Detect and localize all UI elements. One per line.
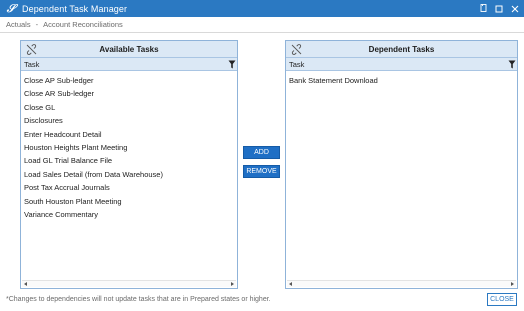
dependent-tasks-header: Dependent Tasks xyxy=(286,41,517,58)
scroll-right-icon[interactable] xyxy=(231,282,234,286)
close-icon[interactable] xyxy=(509,3,521,15)
task-list-item[interactable]: Disclosures xyxy=(21,114,237,127)
task-list-item[interactable]: Close AR Sub-ledger xyxy=(21,87,237,100)
dependent-tasks-list: Bank Statement Download xyxy=(286,71,517,87)
restore-icon[interactable] xyxy=(477,3,489,15)
available-tasks-list: Close AP Sub-ledger Close AR Sub-ledger Cl… xyxy=(21,71,237,221)
breadcrumb: Actuals - Account Reconciliations xyxy=(0,17,524,33)
breadcrumb-item-account-reconciliations[interactable]: Account Reconciliations xyxy=(43,20,123,29)
dependent-tasks-title: Dependent Tasks xyxy=(368,44,435,54)
close-button[interactable]: CLOSE xyxy=(487,293,517,306)
scroll-left-icon[interactable] xyxy=(24,282,27,286)
column-header-label: Task xyxy=(289,59,305,69)
horizontal-scrollbar[interactable] xyxy=(22,280,236,287)
task-list-item[interactable]: Bank Statement Download xyxy=(286,74,517,87)
task-list-item[interactable]: Variance Commentary xyxy=(21,208,237,221)
task-list-item[interactable]: Post Tax Accrual Journals xyxy=(21,181,237,194)
filter-icon[interactable] xyxy=(508,60,516,69)
breadcrumb-separator: - xyxy=(35,20,39,29)
scroll-right-icon[interactable] xyxy=(511,282,514,286)
column-header-label: Task xyxy=(24,59,40,69)
unlink-icon[interactable] xyxy=(26,44,37,55)
horizontal-scrollbar[interactable] xyxy=(287,280,516,287)
available-tasks-header: Available Tasks xyxy=(21,41,237,58)
available-tasks-title: Available Tasks xyxy=(99,44,159,54)
footnote-text: *Changes to dependencies will not update… xyxy=(6,296,271,303)
task-list-item[interactable]: Close AP Sub-ledger xyxy=(21,74,237,87)
task-list-item[interactable]: Close GL xyxy=(21,101,237,114)
task-list-item[interactable]: South Houston Plant Meeting xyxy=(21,195,237,208)
task-list-item[interactable]: Houston Heights Plant Meeting xyxy=(21,141,237,154)
window-controls xyxy=(477,0,521,17)
app-logo-icon: 𝒮 xyxy=(6,1,16,15)
filter-icon[interactable] xyxy=(228,60,236,69)
scroll-left-icon[interactable] xyxy=(289,282,292,286)
window-title: Dependent Task Manager xyxy=(22,3,128,14)
add-button[interactable]: ADD xyxy=(243,146,280,159)
dependent-task-column-header[interactable]: Task xyxy=(286,58,517,71)
task-list-item[interactable]: Enter Headcount Detail xyxy=(21,128,237,141)
available-task-column-header[interactable]: Task xyxy=(21,58,237,71)
title-bar: 𝒮 Dependent Task Manager xyxy=(0,0,524,17)
remove-button[interactable]: REMOVE xyxy=(243,165,280,178)
task-list-item[interactable]: Load GL Trial Balance File xyxy=(21,154,237,167)
maximize-icon[interactable] xyxy=(493,3,505,15)
dependent-tasks-panel: Dependent Tasks Task Bank Statement Down… xyxy=(285,40,518,289)
available-tasks-panel: Available Tasks Task Close AP Sub-ledger… xyxy=(20,40,238,289)
unlink-icon[interactable] xyxy=(291,44,302,55)
breadcrumb-item-actuals[interactable]: Actuals xyxy=(6,20,31,29)
task-list-item[interactable]: Load Sales Detail (from Data Warehouse) xyxy=(21,168,237,181)
